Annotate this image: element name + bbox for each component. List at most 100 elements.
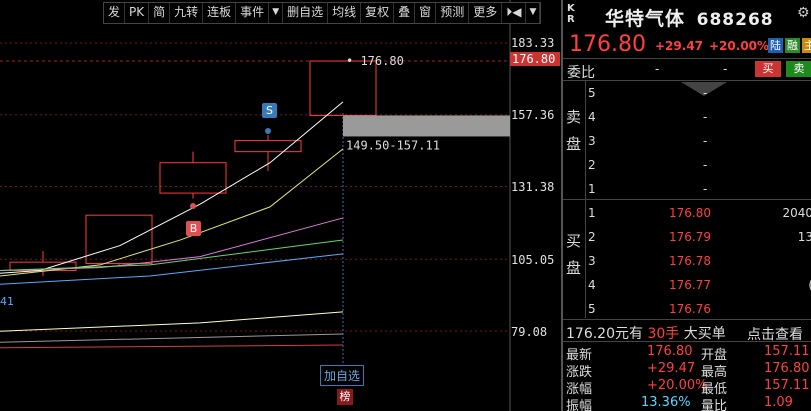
bid-row[interactable]: 3 176.78	[585, 250, 811, 274]
level: 4	[588, 278, 596, 292]
weibi-value: -	[655, 62, 660, 76]
vol-dash: -	[703, 134, 708, 148]
y-tick-label: 105.05	[511, 253, 555, 267]
y-tick-label: 131.38	[511, 180, 555, 194]
range-band	[343, 115, 510, 137]
toolbar-item[interactable]: 九转	[170, 3, 204, 23]
stat-value: 176.80	[764, 361, 810, 376]
stat-label: 振幅	[566, 399, 593, 411]
big-order-label: 大买单	[683, 326, 726, 342]
add-watchlist-button[interactable]: 加自选	[320, 365, 365, 386]
level: 1	[588, 182, 596, 196]
price: 176.78	[669, 254, 711, 268]
level: 3	[588, 254, 596, 268]
bid-row[interactable]: 4176.77(	[585, 274, 811, 298]
y-tick-label: 79.08	[511, 325, 548, 339]
volume: 13	[797, 230, 811, 244]
toolbar-item[interactable]: ▼	[269, 3, 284, 23]
level: 5	[588, 302, 596, 316]
toolbar-item[interactable]: 发	[104, 3, 126, 23]
current-price-tag: 176.80	[510, 52, 560, 66]
buy-side-label: 买盘	[566, 232, 582, 277]
quote-panel: K R 华特气体 688268 ⚙ 176.80 +29.47 +20.00% …	[561, 0, 811, 411]
price-change: +29.47	[655, 39, 704, 53]
stock-code: 688268	[696, 10, 774, 30]
stat-value: 157.11	[764, 344, 810, 359]
kr-label[interactable]: K R	[567, 3, 575, 25]
range-annotation: 149.50-157.11	[346, 138, 440, 152]
stat-value: 13.36%	[641, 395, 691, 410]
vol-dash: -	[703, 110, 708, 124]
gear-icon[interactable]: ⚙	[797, 5, 810, 21]
tag-lu: 陆	[768, 38, 783, 53]
level: 2	[588, 230, 596, 244]
left-edge-label: 41	[0, 295, 14, 308]
toolbar-item[interactable]: 预测	[436, 3, 470, 23]
price-change-pct: +20.00%	[709, 39, 770, 53]
sell-marker[interactable]: S	[262, 103, 277, 118]
price: 176.80	[669, 206, 711, 220]
sell-button[interactable]: 卖	[786, 61, 811, 77]
price: 176.77	[669, 278, 711, 292]
sell-dot	[265, 128, 271, 134]
ask-row[interactable]: 4-	[585, 106, 811, 130]
ask-row[interactable]: 5-	[585, 82, 811, 106]
toolbar-item[interactable]: 窗	[415, 3, 437, 23]
price: 176.79	[669, 230, 711, 244]
weibi-label: 委比	[567, 65, 595, 81]
last-price: 176.80	[569, 32, 646, 57]
y-tick-label: 183.33	[511, 36, 555, 50]
ma-line	[0, 148, 344, 277]
ma-line	[0, 311, 344, 332]
bid-row[interactable]: 2 176.79 13	[585, 226, 811, 250]
weibi-diff: -	[723, 62, 728, 76]
stat-label: 量比	[701, 399, 728, 411]
stock-name: 华特气体	[605, 8, 686, 30]
level: 1	[588, 206, 596, 220]
ask-row[interactable]: 2-	[585, 154, 811, 178]
level: 2	[588, 158, 596, 172]
buy-button[interactable]: 买	[755, 61, 781, 77]
ma-line	[0, 101, 344, 274]
toolbar-item[interactable]: ▼	[526, 3, 541, 23]
big-order-info[interactable]: 176.20元有 30手 大买单	[566, 323, 726, 343]
buy-dot	[190, 203, 196, 209]
bid-row[interactable]: 1 176.80 2040	[585, 202, 811, 226]
candle-body	[234, 140, 302, 153]
ma-line	[0, 239, 344, 271]
candle-body	[309, 60, 377, 116]
kline-chart-svg[interactable]: 149.50-157.11 • 176.80 41	[0, 0, 560, 411]
big-order-hands: 30手	[647, 326, 680, 342]
buy-marker[interactable]: B	[186, 221, 201, 236]
toolbar-item[interactable]: 均线	[328, 3, 362, 23]
toolbar-item[interactable]: 删自选	[283, 3, 329, 23]
level: 4	[588, 110, 596, 124]
toolbar-item[interactable]: 叠	[394, 3, 416, 23]
rank-badge[interactable]: 榜	[337, 389, 353, 405]
stat-value: 1.09	[764, 395, 793, 410]
stock-title: 华特气体 688268	[605, 4, 774, 31]
toolbar-item[interactable]: ⏵◀	[502, 3, 527, 23]
price: 176.76	[669, 302, 711, 316]
y-tick-label: 157.36	[511, 108, 555, 122]
level: 3	[588, 134, 596, 148]
big-order-price: 176.20元有	[566, 326, 643, 342]
vol-dash: -	[703, 182, 708, 196]
ma-line	[0, 333, 344, 343]
toolbar-item[interactable]: 更多	[469, 3, 503, 23]
tag-zhu: 主	[802, 38, 811, 53]
ask-row[interactable]: 3-	[585, 130, 811, 154]
stat-value: +29.47	[647, 361, 696, 376]
kline-chart[interactable]: 149.50-157.11 • 176.80 41 发 PK 简九转 连板 事件 ▼ 删自选 均线…	[0, 0, 560, 411]
volume: 2040	[782, 206, 811, 220]
stat-value: +20.00%	[647, 378, 708, 393]
stat-value: 157.11	[764, 378, 810, 393]
toolbar-item[interactable]: 事件	[236, 3, 270, 23]
vol-dash: -	[703, 86, 708, 100]
toolbar-item[interactable]: 简	[149, 3, 171, 23]
toolbar-item[interactable]: 连板	[203, 3, 237, 23]
ma-line	[0, 344, 344, 349]
toolbar-item[interactable]: 复权	[361, 3, 395, 23]
toolbar-item[interactable]: PK	[125, 3, 150, 23]
sell-side-label: 卖盘	[566, 108, 582, 153]
